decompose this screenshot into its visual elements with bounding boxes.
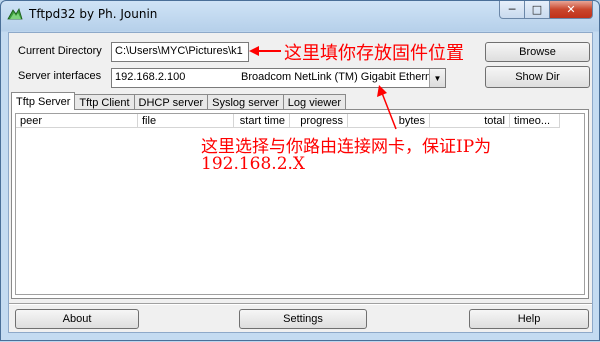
tftpd32-window: Tftpd32 by Ph. Jounin ─ □ ✕ Current Dire…	[0, 0, 600, 341]
annotation-directory-note: 这里填你存放固件位置	[284, 43, 464, 64]
arrow-to-directory	[249, 46, 281, 56]
tab-tftp-server[interactable]: Tftp Server	[11, 92, 76, 110]
arrow-to-interface	[377, 85, 397, 130]
annotation-interface-note-line2: 192.168.2.X	[201, 154, 306, 174]
